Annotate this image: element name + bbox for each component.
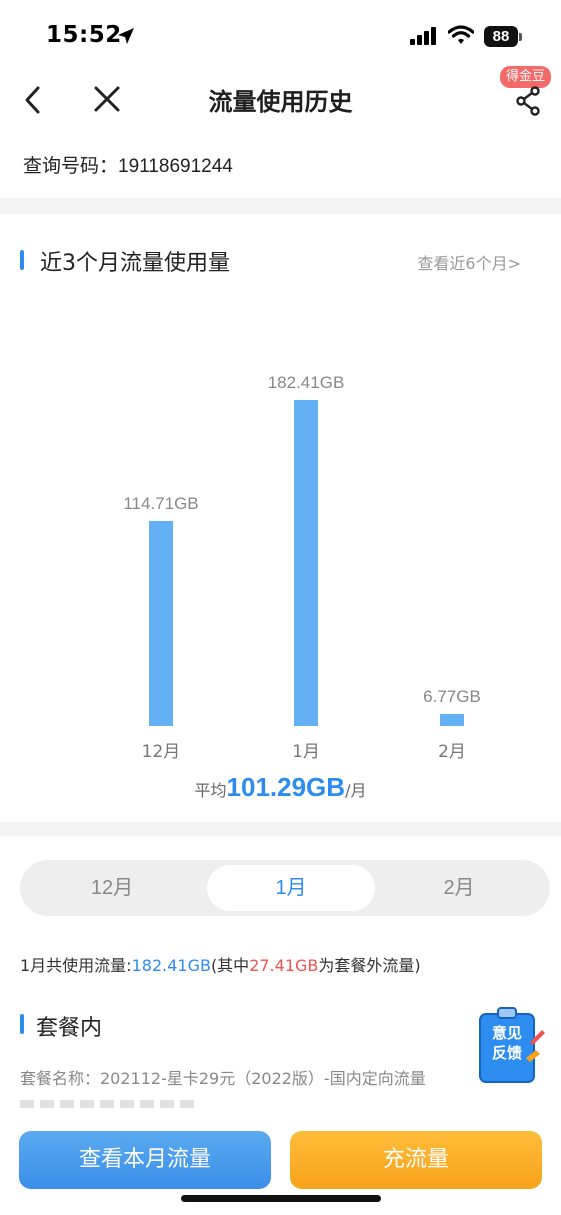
chart-bar <box>149 520 173 726</box>
usage-bar-chart: 114.71GB 12月 182.41GB 1月 6.77GB 2月 <box>123 373 481 762</box>
average-value: 101.29GB <box>226 772 346 802</box>
cellular-signal-icon <box>410 27 436 45</box>
chart-value-label: 114.71GB <box>123 494 198 513</box>
chart-value-label: 182.41GB <box>268 373 345 392</box>
tab-february[interactable]: 2月 <box>375 865 543 911</box>
clipped-text-row <box>20 1100 220 1108</box>
view-6-months-link[interactable]: 查看近6个月> <box>417 250 521 274</box>
recharge-button[interactable]: 充流量 <box>290 1131 542 1189</box>
chart-bar <box>440 713 464 726</box>
summary-text: 为套餐外流量) <box>318 956 421 975</box>
chart-category-label: 12月 <box>142 742 181 762</box>
page-title: 流量使用历史 <box>208 88 353 116</box>
average-prefix: 平均 <box>194 781 227 800</box>
feedback-label-1: 意见 <box>492 1024 522 1042</box>
chart-bar <box>294 400 318 726</box>
summary-extra: 27.41GB <box>249 956 319 975</box>
section-divider <box>0 198 561 214</box>
location-arrow-icon <box>118 28 134 44</box>
battery-cap <box>519 33 522 41</box>
summary-text: (其中 <box>210 956 250 975</box>
feedback-label-2: 反馈 <box>492 1044 522 1062</box>
section-accent-bar <box>20 250 24 270</box>
plan-section-title: 套餐内 <box>36 1016 103 1041</box>
query-label: 查询号码： <box>23 156 119 177</box>
battery-indicator: 88 <box>484 26 518 47</box>
status-bar: 15:52 88 <box>0 0 561 72</box>
usage-section-title: 近3个月流量使用量 <box>40 251 230 276</box>
reward-badge[interactable]: 得金豆 <box>500 66 552 88</box>
chart-category-label: 2月 <box>438 742 466 762</box>
section-divider <box>0 822 561 836</box>
usage-summary: 1月共使用流量:182.41GB(其中27.41GB为套餐外流量) <box>20 952 421 976</box>
wifi-icon <box>448 25 474 44</box>
tab-january[interactable]: 1月 <box>207 865 375 911</box>
average-suffix: /月 <box>345 781 367 800</box>
tab-december[interactable]: 12月 <box>28 865 196 911</box>
query-number: 19118691244 <box>118 156 233 177</box>
status-time: 15:52 <box>46 22 122 48</box>
summary-text: 1月共使用流量: <box>20 956 132 975</box>
month-tabs: 12月 1月 2月 <box>20 860 550 916</box>
section-accent-bar <box>20 1014 24 1034</box>
plan-name: 套餐名称：202112-星卡29元（2022版）-国内定向流量 <box>20 1069 426 1088</box>
query-number-row: 查询号码：19118691244 <box>23 151 233 178</box>
view-month-usage-button[interactable]: 查看本月流量 <box>19 1131 271 1189</box>
average-usage: 平均101.29GB/月 <box>0 772 561 803</box>
share-icon[interactable] <box>515 86 543 116</box>
chart-value-label: 6.77GB <box>423 687 481 706</box>
home-indicator <box>181 1195 381 1202</box>
feedback-button[interactable]: 意见 反馈 <box>476 1006 546 1086</box>
summary-total: 182.41GB <box>131 956 211 975</box>
chart-category-label: 1月 <box>292 742 320 762</box>
